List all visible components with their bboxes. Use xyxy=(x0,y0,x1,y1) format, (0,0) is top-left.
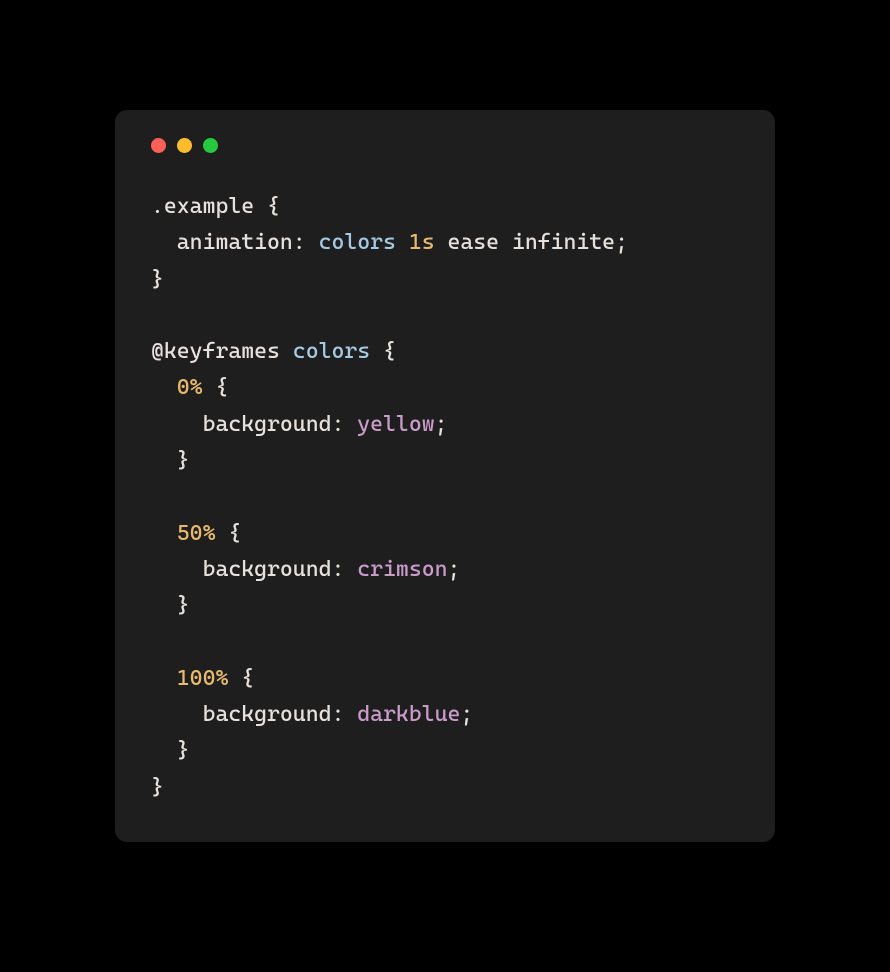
indent xyxy=(151,557,203,582)
animation-iteration: infinite xyxy=(512,230,615,255)
semicolon: ; xyxy=(460,702,473,727)
code-window: .example { animation: colors 1s ease inf… xyxy=(115,110,775,842)
css-property: background xyxy=(203,702,332,727)
semicolon: ; xyxy=(435,412,448,437)
keyframe-percent: 50% xyxy=(177,521,216,546)
indent xyxy=(151,521,177,546)
at-rule: @keyframes xyxy=(151,339,280,364)
indent xyxy=(151,230,177,255)
color-value: darkblue xyxy=(357,702,460,727)
colon: : xyxy=(331,557,357,582)
indent xyxy=(151,666,177,691)
brace-open: { xyxy=(254,194,280,219)
maximize-icon[interactable] xyxy=(203,138,218,153)
minimize-icon[interactable] xyxy=(177,138,192,153)
code-content: .example { animation: colors 1s ease inf… xyxy=(151,189,739,806)
window-controls xyxy=(151,138,739,153)
css-property: animation xyxy=(177,230,293,255)
indent xyxy=(151,412,203,437)
indent xyxy=(151,448,177,473)
colon: : xyxy=(331,702,357,727)
space xyxy=(280,339,293,364)
brace-open: { xyxy=(228,666,254,691)
animation-name: colors xyxy=(319,230,396,255)
space xyxy=(435,230,448,255)
semicolon: ; xyxy=(615,230,628,255)
keyframe-percent: 0% xyxy=(177,375,203,400)
color-value: yellow xyxy=(357,412,434,437)
semicolon: ; xyxy=(447,557,460,582)
animation-timing: ease xyxy=(447,230,499,255)
indent xyxy=(151,593,177,618)
css-property: background xyxy=(203,557,332,582)
brace-close: } xyxy=(177,738,190,763)
indent xyxy=(151,702,203,727)
close-icon[interactable] xyxy=(151,138,166,153)
animation-duration: 1s xyxy=(409,230,435,255)
indent xyxy=(151,375,177,400)
brace-open: { xyxy=(370,339,396,364)
brace-close: } xyxy=(177,593,190,618)
brace-close: } xyxy=(151,775,164,800)
keyframe-percent: 100% xyxy=(177,666,229,691)
keyframes-name: colors xyxy=(293,339,370,364)
space xyxy=(396,230,409,255)
brace-open: { xyxy=(215,521,241,546)
brace-close: } xyxy=(177,448,190,473)
colon: : xyxy=(293,230,319,255)
brace-open: { xyxy=(203,375,229,400)
space xyxy=(499,230,512,255)
css-selector: .example xyxy=(151,194,254,219)
indent xyxy=(151,738,177,763)
brace-close: } xyxy=(151,267,164,292)
css-property: background xyxy=(203,412,332,437)
color-value: crimson xyxy=(357,557,447,582)
colon: : xyxy=(331,412,357,437)
